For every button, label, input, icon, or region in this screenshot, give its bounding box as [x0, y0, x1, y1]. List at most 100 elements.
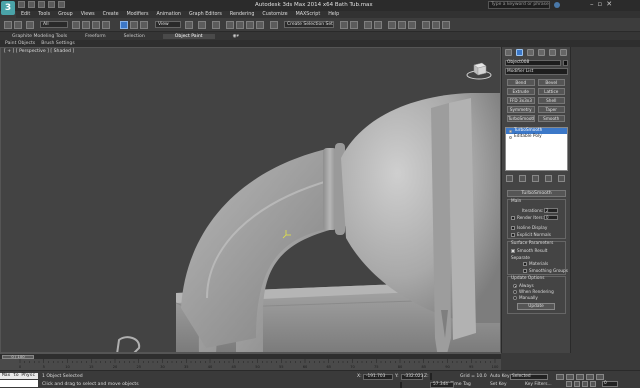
keyboard-shortcut-icon[interactable] — [212, 21, 220, 29]
maxscript-listener-output[interactable] — [0, 380, 38, 387]
undo-icon[interactable] — [4, 21, 12, 29]
update-button[interactable]: Update — [517, 303, 555, 310]
trackbar[interactable]: 0 5 10 15 20 25 30 35 40 45 50 55 60 65 70 75 80 85 90 95 10… — [0, 359, 501, 370]
menu-graph-editors[interactable]: Graph Editors — [189, 12, 222, 17]
menu-views[interactable]: Views — [81, 12, 95, 17]
maxscript-listener[interactable]: Max to Physc — [0, 373, 38, 379]
z-coord-field[interactable]: 57.344 — [430, 382, 454, 388]
key-selection-dropdown[interactable]: Selected — [510, 374, 548, 380]
select-and-manipulate-icon[interactable] — [198, 21, 206, 29]
iterations-spinner[interactable]: 2 — [544, 208, 558, 213]
rendered-frame-icon[interactable] — [432, 21, 440, 29]
object-name-field[interactable]: Object008 — [505, 60, 561, 66]
explicit-normals-checkbox[interactable] — [511, 233, 515, 237]
modifier-bend-button[interactable]: Bend — [507, 79, 535, 86]
modifier-shell-button[interactable]: Shell — [537, 97, 565, 104]
menu-maxscript[interactable]: MAXScript — [296, 12, 321, 17]
tab-paint-objects[interactable]: Paint Objects — [5, 41, 35, 46]
edit-named-selection-icon[interactable] — [270, 21, 278, 29]
rectangular-selection-icon[interactable] — [92, 21, 100, 29]
always-radio[interactable] — [513, 284, 517, 288]
display-tab-icon[interactable] — [549, 49, 556, 56]
materials-checkbox[interactable] — [523, 262, 527, 266]
window-crossing-icon[interactable] — [102, 21, 110, 29]
link-icon[interactable] — [26, 21, 34, 29]
go-to-start-icon[interactable] — [556, 374, 564, 380]
key-filters-button[interactable]: Key Filters... — [525, 382, 552, 387]
schematic-view-icon[interactable] — [398, 21, 406, 29]
layer-manager-icon[interactable] — [364, 21, 372, 29]
orbit-icon[interactable] — [582, 381, 588, 387]
menu-modifiers[interactable]: Modifiers — [127, 12, 149, 17]
maximize-icon[interactable]: ▫ — [598, 0, 603, 8]
create-tab-icon[interactable] — [505, 49, 512, 56]
select-and-move-icon[interactable] — [120, 21, 128, 29]
tab-graphite-modeling-tools[interactable]: Graphite Modeling Tools — [12, 34, 67, 39]
select-object-icon[interactable] — [72, 21, 80, 29]
set-key-button[interactable]: Set Key — [490, 382, 507, 387]
auto-key-button[interactable]: Auto Key — [490, 374, 510, 379]
tab-selection[interactable]: Selection — [124, 34, 145, 39]
modifier-smooth-button[interactable]: Smooth — [537, 115, 565, 122]
tab-object-paint[interactable]: Object Paint — [162, 33, 215, 39]
percent-snap-icon[interactable] — [246, 21, 254, 29]
pivot-center-icon[interactable] — [185, 21, 193, 29]
menu-rendering[interactable]: Rendering — [230, 12, 255, 17]
select-and-scale-icon[interactable] — [140, 21, 148, 29]
material-editor-icon[interactable] — [408, 21, 416, 29]
menu-edit[interactable]: Edit — [21, 12, 30, 17]
configure-sets-icon[interactable] — [558, 175, 565, 182]
pan-icon[interactable] — [574, 381, 580, 387]
close-icon[interactable]: ✕ — [606, 0, 612, 8]
mirror-icon[interactable] — [340, 21, 348, 29]
lightbulb-icon[interactable] — [509, 129, 512, 133]
motion-tab-icon[interactable] — [538, 49, 545, 56]
search-input[interactable]: Type a keyword or phrase — [488, 1, 550, 9]
angle-snap-icon[interactable] — [236, 21, 244, 29]
modifier-lattice-button[interactable]: Lattice — [537, 88, 565, 95]
modifier-taper-button[interactable]: Taper — [537, 106, 565, 113]
modifier-symmetry-button[interactable]: Symmetry — [507, 106, 535, 113]
stack-item-editable-poly[interactable]: Editable Poly — [506, 134, 567, 140]
align-icon[interactable] — [350, 21, 358, 29]
redo-icon[interactable] — [58, 1, 65, 8]
isoline-display-checkbox[interactable] — [511, 226, 515, 230]
modifier-bevel-button[interactable]: Bevel — [537, 79, 565, 86]
smooth-result-checkbox[interactable] — [511, 249, 515, 253]
render-iters-spinner[interactable]: 0 — [544, 215, 558, 220]
x-coord-field[interactable]: -191.703 — [363, 374, 393, 380]
previous-frame-icon[interactable] — [566, 374, 574, 380]
help-icon[interactable] — [554, 2, 560, 8]
menu-group[interactable]: Group — [58, 12, 73, 17]
modifier-list-dropdown[interactable]: Modifier List — [505, 68, 568, 75]
render-setup-icon[interactable] — [422, 21, 430, 29]
perspective-viewport[interactable]: [ + ] [ Perspective ] [ Shaded ] — [0, 47, 501, 353]
zoom-icon[interactable] — [566, 381, 572, 387]
menu-tools[interactable]: Tools — [38, 12, 50, 17]
spinner-snap-icon[interactable] — [256, 21, 264, 29]
new-file-icon[interactable] — [18, 1, 25, 8]
tab-freeform[interactable]: Freeform — [85, 34, 105, 39]
object-color-swatch[interactable] — [563, 60, 568, 66]
menu-animation[interactable]: Animation — [156, 12, 180, 17]
modifier-ffd-button[interactable]: FFD 3x3x3 — [507, 97, 535, 104]
undo-icon[interactable] — [48, 1, 55, 8]
play-icon[interactable] — [576, 374, 584, 380]
viewcube-icon[interactable] — [465, 61, 493, 81]
ribbon-options-icon[interactable]: ◉▾ — [233, 34, 239, 39]
viewport-label[interactable]: [ + ] [ Perspective ] [ Shaded ] — [4, 49, 74, 54]
current-frame-field[interactable]: 0 — [602, 381, 618, 387]
menu-create[interactable]: Create — [103, 12, 119, 17]
open-file-icon[interactable] — [28, 1, 35, 8]
named-selection-dropdown[interactable]: Create Selection Set — [284, 21, 334, 28]
modifier-turbosmooth-button[interactable]: TurboSmooth — [507, 115, 535, 122]
next-frame-icon[interactable] — [586, 374, 594, 380]
select-by-name-icon[interactable] — [82, 21, 90, 29]
go-to-end-icon[interactable] — [596, 374, 604, 380]
select-and-rotate-icon[interactable] — [130, 21, 138, 29]
menu-customize[interactable]: Customize — [262, 12, 287, 17]
snaps-toggle-icon[interactable] — [226, 21, 234, 29]
remove-modifier-icon[interactable] — [545, 175, 552, 182]
render-iters-checkbox[interactable] — [511, 216, 515, 220]
pin-stack-icon[interactable] — [506, 175, 513, 182]
